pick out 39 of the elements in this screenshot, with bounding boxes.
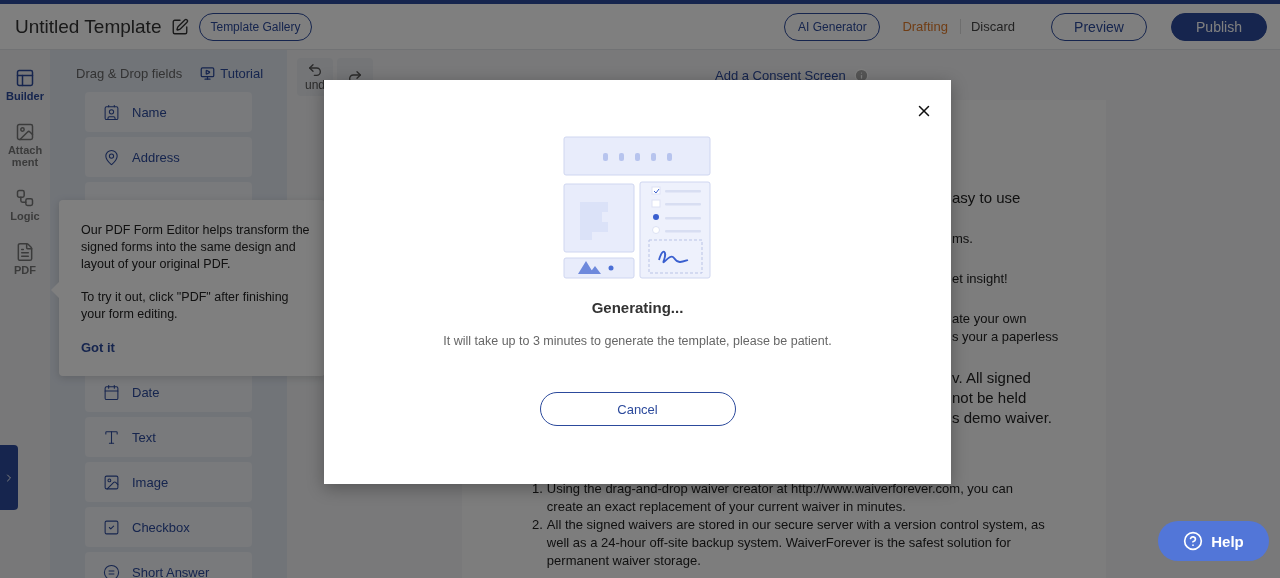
document-text: s demo waiver. <box>952 408 1054 428</box>
preview-button[interactable]: Preview <box>1051 12 1147 41</box>
sidebar-tab[interactable]: Builder <box>2 68 48 102</box>
document-text: ate your own <box>952 310 1028 328</box>
list-number: 1. <box>532 480 543 498</box>
tutorial-link[interactable]: Tutorial <box>200 66 264 81</box>
field-item[interactable]: Name <box>85 92 252 132</box>
tooltip-text: Our PDF Form Editor helps transform the signed forms into the same design and layout of your original PDF. <box>81 222 311 273</box>
sidebar-tab[interactable]: Logic <box>2 188 48 222</box>
ai-generator-button[interactable]: AI Generator <box>784 12 881 41</box>
document-text: s your a paperless <box>952 328 1060 346</box>
document-text: v. All signed <box>952 368 1032 388</box>
discard-button[interactable]: Discard <box>970 19 1027 34</box>
template-title: Untitled Template <box>15 15 162 38</box>
publish-button[interactable]: Publish <box>1171 12 1267 41</box>
dialog-title: Generating... <box>591 299 684 316</box>
sidebar-tab[interactable]: Attachment <box>2 122 48 168</box>
field-item[interactable]: Image <box>85 462 252 502</box>
cancel-button[interactable]: Cancel <box>539 392 736 426</box>
template-gallery-button[interactable]: Template Gallery <box>199 12 312 41</box>
tooltip-text: To try it out, click "PDF" after finishing your form editing. <box>81 289 290 323</box>
panel-heading: Drag & Drop fields <box>76 66 183 81</box>
list-text: All the signed waivers are stored in our secure server with a version control system, as well as a 24-hour off-site backup system. WaiverForever is the safest solution for permanent waiver storage. <box>546 516 1046 570</box>
document-text: not be held <box>952 388 1028 408</box>
got-it-link[interactable]: Got it <box>81 339 315 356</box>
document-text: ms. <box>952 230 974 248</box>
dialog-message: It will take up to 3 minutes to generate the template, please be patient. <box>443 334 832 348</box>
field-item[interactable]: Text <box>85 417 252 457</box>
document-text: asy to use <box>952 188 1022 208</box>
field-item[interactable]: Address <box>85 137 252 177</box>
list-text: Using the drag-and-drop waiver creator at http://www.waiverforever.com, you can create an exact replacement of your current waiver in minutes. <box>546 480 1014 516</box>
help-button[interactable]: Help <box>1158 521 1269 561</box>
field-item[interactable]: Short Answer <box>85 552 252 578</box>
sidebar-tab[interactable]: PDF <box>2 242 48 276</box>
status-label: Drafting <box>890 19 961 34</box>
document-text: et insight! <box>952 270 1009 288</box>
field-item[interactable]: Checkbox <box>85 507 252 547</box>
list-number: 2. <box>532 516 543 534</box>
undo-button[interactable]: und <box>297 58 333 96</box>
